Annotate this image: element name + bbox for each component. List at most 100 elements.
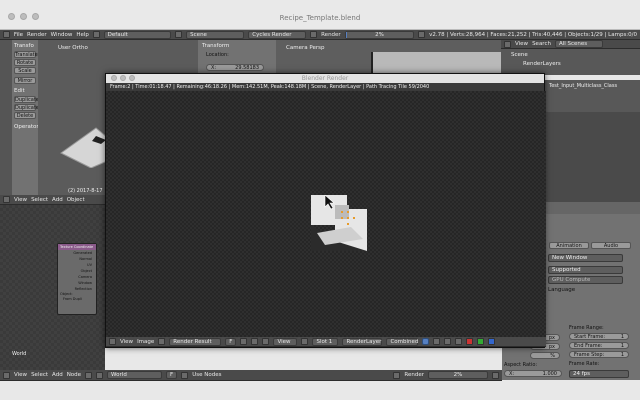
supported-dropdown[interactable]: Supported: [548, 266, 623, 274]
pin-icon[interactable]: [301, 338, 309, 345]
texture-coordinate-node[interactable]: Texture Coordinate Generated Normal UV O…: [57, 243, 97, 315]
frame-rate-dropdown[interactable]: 24 fps: [569, 370, 629, 378]
world-icon[interactable]: [96, 371, 104, 379]
viewport-title: User Ortho: [58, 45, 88, 51]
outliner-filter-dropdown[interactable]: All Scenes: [554, 40, 603, 48]
bottom-render-label: Render: [404, 372, 424, 378]
channel-icon-2[interactable]: [444, 338, 452, 345]
frame-range-label: Frame Range:: [569, 325, 604, 331]
bottom-menu-add[interactable]: Add: [52, 372, 63, 378]
display-mode-icon[interactable]: [422, 338, 430, 345]
render-window-title: Blender Render: [301, 75, 349, 82]
outliner-editor-icon[interactable]: [504, 40, 511, 48]
image-icon-a[interactable]: [240, 338, 248, 345]
end-frame-field[interactable]: End Frame: 1: [569, 342, 629, 349]
use-nodes-label: Use Nodes: [192, 372, 222, 378]
location-x-field[interactable]: X: 29.58183: [206, 64, 264, 71]
node-editor-type-icon[interactable]: [3, 196, 10, 203]
layout-icon: [92, 31, 100, 38]
bottom-menu-node[interactable]: Node: [67, 372, 81, 378]
tab-audio[interactable]: Audio: [591, 242, 631, 249]
outliner-continued: Test_Input_Multiclass_Class: [545, 80, 640, 112]
image-editor-type-icon[interactable]: [109, 338, 116, 345]
node-menu-view[interactable]: View: [14, 197, 27, 203]
bottom-menu-view[interactable]: View: [14, 372, 27, 378]
node-menu-object[interactable]: Object: [67, 197, 85, 203]
render-window-zoom-button[interactable]: [129, 75, 135, 81]
node-menu-select[interactable]: Select: [31, 197, 48, 203]
duplicate-linked-button[interactable]: Duplicate: [14, 104, 39, 111]
image-icon-b[interactable]: [251, 338, 259, 345]
use-nodes-checkbox[interactable]: [181, 371, 189, 379]
render-window-minimize-button[interactable]: [120, 75, 126, 81]
start-frame-field[interactable]: Start Frame: 1: [569, 333, 629, 340]
translate-button[interactable]: Translate: [14, 51, 38, 58]
outliner-menu-view[interactable]: View: [515, 41, 528, 47]
image-datablock-field[interactable]: Render Result: [169, 337, 222, 346]
n-panel-transform-header[interactable]: Transform: [202, 43, 272, 49]
edit-panel-header[interactable]: Edit: [14, 88, 36, 94]
render-engine-selector[interactable]: Cycles Render: [248, 30, 307, 39]
image-menu-image[interactable]: Image: [137, 339, 154, 345]
render-result-canvas[interactable]: [106, 91, 546, 339]
bottom-menu-select[interactable]: Select: [31, 372, 48, 378]
bottom-cancel-icon[interactable]: [492, 371, 499, 379]
editor-type-icon[interactable]: [3, 31, 10, 38]
transform-panel-header[interactable]: Transfo: [14, 43, 36, 49]
red-channel-icon[interactable]: [466, 338, 474, 345]
channel-icon-1[interactable]: [433, 338, 441, 345]
aspect-x-field[interactable]: X: 1.000: [504, 370, 562, 377]
aspect-ratio-label: Aspect Ratio:: [504, 362, 538, 368]
render-preview-image: [311, 195, 367, 251]
image-menu-view[interactable]: View: [120, 339, 133, 345]
outliner-item-scene[interactable]: Scene: [501, 49, 640, 61]
tab-animation[interactable]: Animation: [549, 242, 589, 249]
menu-window[interactable]: Window: [51, 32, 73, 38]
slot-dropdown[interactable]: Slot 1: [312, 337, 339, 346]
menu-render[interactable]: Render: [27, 32, 47, 38]
node-tree-type-icon[interactable]: [85, 371, 93, 379]
view-dropdown[interactable]: View: [273, 337, 298, 346]
frame-step-field[interactable]: Frame Step: 1: [569, 351, 629, 358]
render-layer-dropdown[interactable]: RenderLayer: [342, 337, 383, 346]
bottom-header: View Select Add Node World F Use Nodes R…: [0, 370, 502, 381]
scale-button[interactable]: Scale: [14, 67, 36, 74]
from-dupli-checkbox[interactable]: From Dupli: [58, 297, 96, 302]
operator-panel-header[interactable]: Operator: [14, 124, 39, 130]
blue-channel-icon[interactable]: [488, 338, 496, 345]
green-channel-icon[interactable]: [477, 338, 485, 345]
render-window-close-button[interactable]: [111, 75, 117, 81]
outliner-item-renderlayers[interactable]: RenderLayers: [501, 61, 640, 67]
image-icon-c[interactable]: [262, 338, 270, 345]
node-editor-canvas[interactable]: Texture Coordinate Generated Normal UV O…: [0, 205, 105, 370]
tool-tabs[interactable]: [0, 40, 12, 195]
layout-selector[interactable]: Default: [103, 30, 172, 39]
bottom-editor-type-icon[interactable]: [3, 371, 10, 379]
duplicate-button[interactable]: Duplicate: [14, 96, 39, 103]
outliner-item-object[interactable]: Test_Input_Multiclass_Class: [545, 80, 640, 92]
world-datablock-field[interactable]: World: [107, 371, 163, 379]
cancel-render-icon[interactable]: [418, 31, 426, 38]
location-label: Location:: [206, 52, 229, 58]
mirror-button[interactable]: Mirror: [14, 77, 36, 84]
menu-file[interactable]: File: [14, 32, 23, 38]
image-browse-icon[interactable]: [158, 338, 166, 345]
resolution-percent-field[interactable]: %: [530, 352, 560, 359]
scene-selector[interactable]: Scene: [186, 30, 245, 39]
properties-tabs[interactable]: [545, 202, 640, 214]
3d-viewport-camera[interactable]: Camera Persp: [276, 40, 501, 75]
outliner-menu-search[interactable]: Search: [532, 41, 551, 47]
image-fake-user-toggle[interactable]: F: [225, 337, 237, 346]
camera-frame: [371, 52, 501, 75]
render-window: Blender Render Frame:2 | Time:01:18.47 |…: [105, 73, 546, 348]
channel-icon-3[interactable]: [455, 338, 463, 345]
compute-device-dropdown[interactable]: GPU Compute: [548, 276, 623, 284]
delete-button[interactable]: Delete: [14, 112, 36, 119]
window-draw-method-dropdown[interactable]: New Window: [548, 254, 623, 262]
node-menu-add[interactable]: Add: [52, 197, 63, 203]
rotate-button[interactable]: Rotate: [14, 59, 36, 66]
menu-help[interactable]: Help: [76, 32, 89, 38]
fake-user-toggle[interactable]: F: [166, 371, 178, 379]
render-pass-dropdown[interactable]: Combined: [386, 337, 419, 346]
world-label: World: [12, 351, 27, 357]
